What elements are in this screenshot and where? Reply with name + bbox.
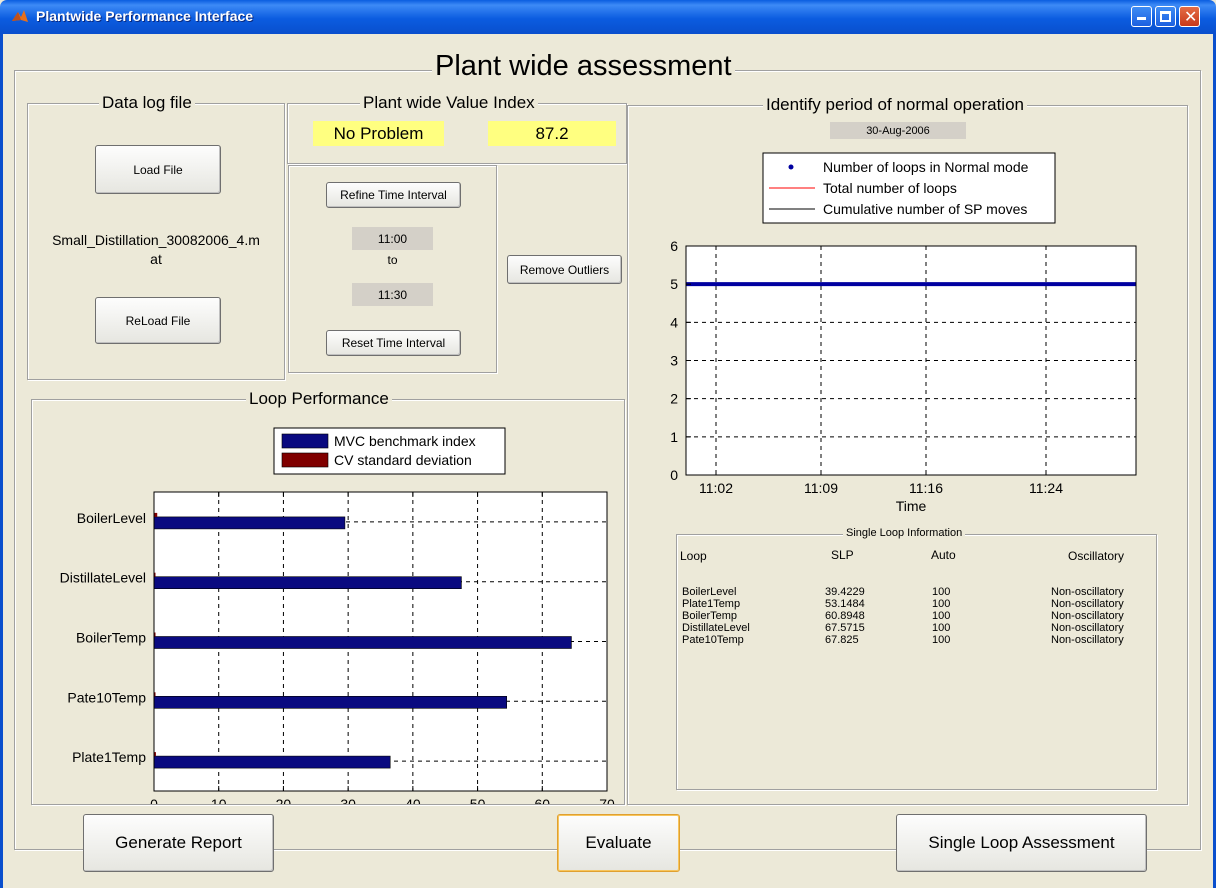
single-loop-title: Single Loop Information [843, 527, 966, 539]
bar-x-tick-label: 30 [340, 796, 356, 804]
single-loop-assessment-button[interactable]: Single Loop Assessment [896, 814, 1147, 872]
bar-mvc-index [153, 576, 462, 589]
line-x-tick-label: 11:09 [804, 480, 838, 496]
close-icon: ✕ [1184, 7, 1198, 26]
loop-table-cell: 67.825 [825, 634, 859, 646]
bar-category-label: DistillateLevel [60, 570, 146, 586]
reload-file-button[interactable]: ReLoad File [95, 297, 221, 344]
loop-table-cell: Non-oscillatory [1051, 622, 1124, 634]
line-y-tick-label: 5 [670, 276, 678, 292]
normal-operation-chart: 0 1 2 3 4 5 6 11:02 11:09 11:16 11:24 Time Number of… [670, 152, 1137, 514]
bar-mvc-index [153, 516, 346, 530]
loop-table-cell: Non-oscillatory [1051, 634, 1124, 646]
bar-legend-swatch [281, 452, 329, 468]
bar-x-tick-label: 0 [150, 796, 158, 804]
bar-legend-label: MVC benchmark index [334, 433, 476, 449]
window-titlebar: Plantwide Performance Interface ✕ [0, 0, 1216, 34]
col-header-oscillatory: Oscillatory [1068, 549, 1125, 563]
evaluate-button[interactable]: Evaluate [557, 814, 680, 872]
loop-performance-title: Loop Performance [246, 389, 392, 409]
legend-marker-dot [788, 164, 794, 170]
line-y-tick-label: 3 [670, 353, 678, 369]
line-y-tick-label: 1 [670, 429, 678, 445]
line-x-tick-label: 11:16 [909, 480, 943, 496]
loop-table-cell: 53.1484 [825, 598, 865, 610]
loop-table-cell: 100 [932, 586, 951, 598]
start-time-field: 11:00 [352, 227, 433, 250]
minimize-icon [1137, 17, 1146, 20]
window-title: Plantwide Performance Interface [36, 8, 254, 24]
loop-table-cell: Non-oscillatory [1051, 610, 1124, 622]
col-header-loop: Loop [680, 549, 707, 563]
loop-table-cell: 100 [932, 610, 951, 622]
close-button[interactable]: ✕ [1179, 6, 1200, 27]
line-legend-label: Cumulative number of SP moves [823, 201, 1027, 217]
pvi-title: Plant wide Value Index [360, 93, 538, 113]
pvi-value: 87.2 [488, 121, 616, 146]
loop-table-cell: Non-oscillatory [1051, 586, 1124, 598]
main-title: Plant wide assessment [432, 50, 735, 83]
line-y-tick-label: 4 [670, 314, 678, 330]
minimize-button[interactable] [1131, 6, 1152, 27]
filename-line-2: at [150, 251, 162, 267]
bar-x-tick-label: 40 [405, 796, 421, 804]
maximize-button[interactable] [1155, 6, 1176, 27]
loop-table-cell: Plate1Temp [682, 598, 741, 610]
bar-category-label: BoilerLevel [77, 510, 146, 526]
bar-x-tick-label: 10 [211, 796, 227, 804]
maximize-icon [1160, 11, 1171, 22]
bar-x-tick-label: 50 [470, 796, 486, 804]
bar-mvc-index [153, 755, 391, 769]
col-header-auto: Auto [931, 548, 956, 562]
to-label: to [387, 253, 398, 267]
bar-legend-label: CV standard deviation [334, 452, 472, 468]
loop-table-cell: BoilerTemp [682, 610, 738, 622]
loop-table-cell: 100 [932, 622, 951, 634]
loop-table-cell: 67.5715 [825, 622, 865, 634]
line-x-tick-label: 11:24 [1029, 480, 1063, 496]
line-y-tick-label: 0 [670, 467, 678, 483]
load-file-button[interactable]: Load File [95, 145, 221, 194]
loop-table-cell: 39.4229 [825, 586, 865, 598]
bar-x-tick-label: 70 [599, 796, 615, 804]
loop-table-cell: Pate10Temp [682, 634, 744, 646]
col-header-slp: SLP [831, 548, 854, 562]
bar-mvc-index [153, 695, 507, 709]
loop-table-cell: Non-oscillatory [1051, 598, 1124, 610]
normal-operation-title: Identify period of normal operation [763, 95, 1027, 115]
date-field: 30-Aug-2006 [830, 122, 966, 139]
bar-category-label: Plate1Temp [72, 749, 146, 765]
loop-table-cell: 60.8948 [825, 610, 865, 622]
remove-outliers-button[interactable]: Remove Outliers [507, 255, 622, 284]
line-x-tick-label: 11:02 [699, 480, 733, 496]
line-x-axis-label: Time [896, 498, 927, 514]
refine-time-interval-button[interactable]: Refine Time Interval [326, 182, 461, 208]
loop-table-cell: 100 [932, 598, 951, 610]
bar-x-tick-label: 60 [534, 796, 550, 804]
single-loop-panel [676, 534, 1157, 790]
bar-mvc-index [153, 636, 572, 649]
filename-line-1: Small_Distillation_30082006_4.m [52, 232, 260, 248]
line-legend-label: Number of loops in Normal mode [823, 159, 1029, 175]
line-legend-label: Total number of loops [823, 180, 957, 196]
bar-legend-swatch [281, 433, 329, 449]
reset-time-interval-button[interactable]: Reset Time Interval [326, 330, 461, 356]
matlab-icon [12, 10, 28, 22]
bar-category-label: BoilerTemp [76, 630, 146, 646]
loop-table-cell: 100 [932, 634, 951, 646]
loop-table-cell: BoilerLevel [682, 586, 737, 598]
line-y-tick-label: 2 [670, 391, 678, 407]
line-y-tick-label: 6 [670, 238, 678, 254]
data-log-title: Data log file [99, 93, 195, 113]
end-time-field: 11:30 [352, 283, 433, 306]
bar-x-tick-label: 20 [276, 796, 292, 804]
generate-report-button[interactable]: Generate Report [83, 814, 274, 872]
bar-category-label: Pate10Temp [67, 689, 146, 705]
loop-performance-chart: BoilerLevel DistillateLevel BoilerTemp Pate… [60, 427, 615, 804]
loop-table-cell: DistillateLevel [682, 622, 750, 634]
pvi-status: No Problem [313, 121, 444, 146]
